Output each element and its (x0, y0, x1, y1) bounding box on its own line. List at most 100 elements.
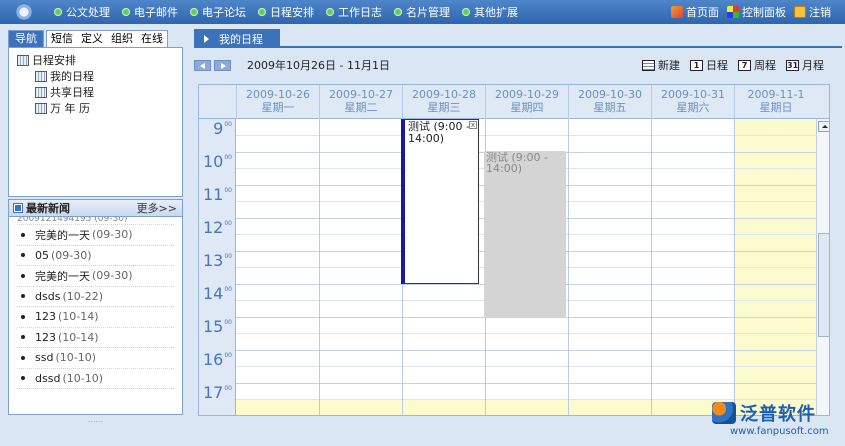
hour-number: 10 (203, 152, 224, 171)
month-icon: 31 (786, 59, 799, 71)
news-item-partial[interactable]: 2009121494195 (09-30) (17, 217, 174, 225)
menu-dot-icon (122, 8, 130, 16)
grid-line (236, 383, 816, 384)
hour-minutes: 00 (224, 385, 232, 392)
news-date: (09-30) (92, 228, 133, 242)
news-more-link[interactable]: 更多>> (137, 200, 177, 216)
tab-navigation[interactable]: 导航 (8, 30, 44, 47)
control-panel-link[interactable]: 控制面板 (727, 4, 786, 20)
tab-online[interactable]: 在线 (137, 30, 168, 47)
panel-resize-grip[interactable]: ...... (8, 415, 183, 425)
new-event-button[interactable]: 新建 (642, 57, 680, 73)
news-title-text: 123 (35, 330, 56, 344)
tree-item-perpetual-calendar[interactable]: 万 年 历 (17, 100, 174, 116)
day-divider (568, 119, 569, 415)
control-panel-icon (727, 6, 739, 18)
day-header[interactable]: 2009-11-1 星期日 (734, 85, 817, 119)
hour-minutes: 00 (224, 220, 232, 227)
hour-label: 1500 (199, 317, 236, 350)
tree-item-shared-schedule[interactable]: 共享日程 (17, 84, 174, 100)
brand-logo-icon (712, 402, 736, 424)
day-date: 2009-10-29 (495, 88, 559, 101)
menu-cards[interactable]: 名片管理 (394, 4, 450, 20)
hour-label: 1200 (199, 218, 236, 251)
day-header[interactable]: 2009-10-29 星期四 (485, 85, 568, 119)
menu-forum[interactable]: 电子论坛 (190, 4, 246, 20)
menu-dot-icon (462, 8, 470, 16)
day-date: 2009-10-27 (329, 88, 393, 101)
day-header[interactable]: 2009-10-28 星期三 (402, 85, 485, 119)
brand-url: www.fanpusoft.com (730, 426, 829, 437)
tree-label: 万 年 历 (50, 102, 90, 115)
news-date: (10-10) (62, 371, 103, 385)
tree-label: 日程安排 (32, 54, 76, 67)
week-calendar: 2009-10-26 星期一 2009-10-27 星期二 2009-10-28 星期… (198, 84, 830, 416)
day-view-button[interactable]: 1 日程 (690, 57, 728, 73)
event-block[interactable]: 测试 (9:00 - 14:00) x (401, 119, 479, 284)
news-item[interactable]: 完美的一天 (09-30) (17, 266, 174, 287)
news-date: (09-30) (51, 248, 92, 262)
logout-link[interactable]: 注销 (794, 4, 831, 20)
hour-minutes: 00 (224, 286, 232, 293)
hour-label: 1300 (199, 251, 236, 284)
day-weekday: 星期一 (261, 101, 295, 114)
home-label: 首页面 (686, 6, 719, 19)
tab-sms[interactable]: 短信 (46, 30, 77, 47)
news-item[interactable]: 完美的一天 (09-30) (17, 225, 174, 246)
next-week-button[interactable] (214, 59, 231, 71)
brand-watermark: 泛普软件 www.fanpusoft.com (712, 400, 840, 442)
news-header: 最新新闻 更多>> (8, 199, 183, 217)
menu-email[interactable]: 电子邮件 (122, 4, 178, 20)
tab-my-schedule[interactable]: 我的日程 (194, 29, 280, 48)
news-title: 最新新闻 (26, 202, 70, 215)
app-logo-icon (14, 4, 34, 20)
home-link[interactable]: 首页面 (671, 4, 719, 20)
day-header[interactable]: 2009-10-27 星期二 (319, 85, 402, 119)
news-item[interactable]: 123 (10-14) (17, 307, 174, 328)
menu-document[interactable]: 公文处理 (54, 4, 110, 20)
day-weekday: 星期二 (344, 101, 378, 114)
day-header[interactable]: 2009-10-31 星期六 (651, 85, 734, 119)
day-header[interactable]: 2009-10-26 星期一 (236, 85, 319, 119)
bullet-icon (21, 253, 25, 258)
news-item[interactable]: 123 (10-14) (17, 328, 174, 348)
menu-extensions[interactable]: 其他扩展 (462, 4, 518, 20)
day-weekday: 星期日 (759, 101, 793, 114)
calendar-scrollbar[interactable] (816, 119, 829, 415)
day-date: 2009-10-28 (412, 88, 476, 101)
day-divider (319, 119, 320, 415)
menu-schedule[interactable]: 日程安排 (258, 4, 314, 20)
news-item[interactable]: dsds (10-22) (17, 287, 174, 307)
tree-root-schedule[interactable]: 日程安排 (17, 52, 174, 68)
arrow-up-icon (822, 125, 828, 128)
date-range: 2009年10月26日 - 11月1日 (247, 59, 390, 72)
news-title-text: 完美的一天 (35, 228, 90, 242)
home-icon (671, 6, 683, 18)
tab-define[interactable]: 定义 (77, 30, 107, 47)
menu-worklog[interactable]: 工作日志 (326, 4, 382, 20)
bullet-icon (21, 232, 25, 237)
month-view-button[interactable]: 31 月程 (786, 57, 824, 73)
brand-mark: 泛普软件 (712, 400, 840, 426)
week-view-button[interactable]: 7 周程 (738, 57, 776, 73)
menu-dot-icon (326, 8, 334, 16)
event-block[interactable]: 测试 (9:00 - 14:00) (484, 151, 566, 318)
menu-dot-icon (54, 8, 62, 16)
day-header[interactable]: 2009-10-30 星期五 (568, 85, 651, 119)
logout-label: 注销 (809, 6, 831, 19)
bullet-icon (21, 273, 25, 278)
menu-label: 电子邮件 (134, 6, 178, 19)
news-date: (10-14) (58, 310, 99, 324)
tree-item-my-schedule[interactable]: 我的日程 (17, 68, 174, 84)
scroll-up-button[interactable] (818, 121, 829, 132)
prev-week-button[interactable] (194, 59, 211, 71)
grid-line (236, 350, 816, 351)
nav-tree: 日程安排 我的日程 共享日程 万 年 历 (8, 47, 183, 197)
day-weekday: 星期四 (510, 101, 544, 114)
tab-org[interactable]: 组织 (107, 30, 137, 47)
news-item[interactable]: dssd (10-10) (17, 369, 174, 389)
scroll-thumb[interactable] (818, 233, 829, 337)
close-icon[interactable]: x (469, 121, 477, 129)
news-item[interactable]: 05 (09-30) (17, 246, 174, 266)
news-item[interactable]: ssd (10-10) (17, 348, 174, 369)
